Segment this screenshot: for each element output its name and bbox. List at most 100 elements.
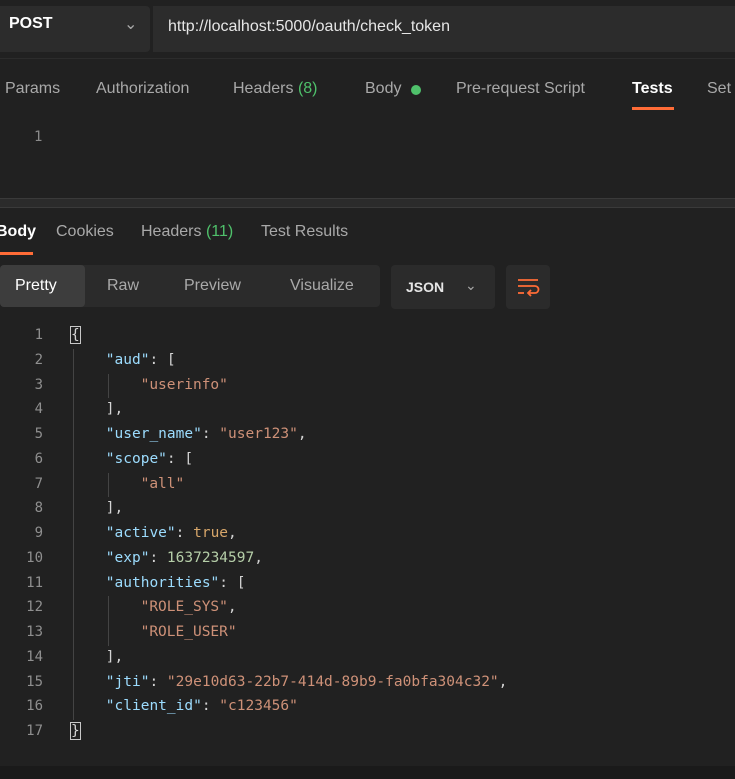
tab-authorization[interactable]: Authorization — [96, 80, 189, 98]
json-key: "active" — [105, 525, 176, 541]
line-number: 11 — [26, 574, 43, 591]
tab-body[interactable]: Body — [365, 80, 401, 98]
code-line: "userinfo" — [141, 376, 228, 394]
json-key: "scope" — [105, 450, 167, 467]
indent-guide — [107, 596, 109, 646]
line-number: 5 — [34, 426, 43, 442]
active-tab-indicator — [632, 107, 674, 110]
line-number: 7 — [34, 475, 43, 492]
code-line: ], — [106, 400, 123, 418]
tab-settings[interactable]: Set — [707, 80, 731, 98]
tab-raw[interactable]: Raw — [107, 277, 139, 295]
line-number: 2 — [34, 351, 43, 368]
tab-test-results[interactable]: Test Results — [261, 223, 348, 241]
tab-pre-request-script[interactable]: Pre-request Script — [456, 80, 585, 98]
json-punctuation: } — [70, 722, 81, 740]
status-strip — [0, 766, 735, 779]
code-line: "all" — [141, 475, 185, 493]
wrap-lines-icon — [518, 279, 540, 297]
line-number: 14 — [26, 648, 43, 665]
line-number: 13 — [26, 624, 43, 640]
json-punctuation: : [ — [166, 450, 194, 467]
json-punctuation: , — [498, 673, 508, 690]
json-string: "ROLE_USER" — [140, 624, 237, 640]
code-line: ], — [106, 499, 123, 517]
line-number: 16 — [26, 698, 43, 715]
tab-headers-label: Headers — [233, 80, 294, 97]
code-line: "exp": 1637234597, — [106, 549, 263, 567]
chevron-down-icon[interactable]: ⌄ — [124, 14, 137, 34]
url-text[interactable]: http://localhost:5000/oauth/check_token — [168, 18, 450, 36]
indent-guide — [107, 373, 109, 399]
wrap-lines-button[interactable] — [506, 265, 550, 309]
tab-preview[interactable]: Preview — [184, 277, 241, 295]
green-dot-icon — [411, 85, 421, 95]
json-punctuation: , — [297, 426, 307, 442]
json-punctuation: : — [149, 549, 167, 566]
language-label: JSON — [406, 279, 445, 295]
code-line: "user_name": "user123", — [106, 425, 307, 443]
json-punctuation: : — [149, 673, 167, 690]
json-key: "authorities" — [105, 574, 220, 591]
json-punctuation: ], — [105, 500, 124, 517]
json-punctuation: ], — [105, 401, 124, 418]
line-number: 3 — [34, 376, 43, 393]
json-punctuation: : — [201, 698, 220, 715]
line-number: 15 — [26, 673, 43, 690]
tab-response-headers[interactable]: Headers (11) — [141, 223, 233, 241]
json-number: 1637234597 — [166, 549, 255, 566]
json-punctuation: : [ — [219, 574, 246, 591]
code-line: "active": true, — [106, 524, 237, 542]
json-string: "c123456" — [219, 698, 298, 715]
json-punctuation: { — [70, 326, 81, 344]
tab-cookies[interactable]: Cookies — [56, 223, 114, 241]
tab-response-headers-count: (11) — [205, 223, 234, 240]
json-punctuation: : [ — [149, 351, 176, 368]
json-literal: true — [193, 525, 229, 541]
response-body-viewer[interactable]: 1{2 "aud": [3 "userinfo" 4], 5 "user_name": "… — [0, 322, 735, 742]
code-line: ], — [106, 648, 123, 666]
line-number: 6 — [34, 450, 43, 467]
json-string: "user123" — [219, 426, 298, 442]
test-script-editor[interactable] — [0, 122, 735, 198]
line-number: 9 — [34, 525, 43, 541]
code-line: "jti": "29e10d63-22b7-414d-89b9-fa0bfa30… — [106, 673, 508, 691]
line-number: 8 — [34, 500, 43, 517]
method-label: POST — [9, 15, 53, 32]
json-string: "all" — [140, 475, 185, 492]
json-punctuation: , — [254, 549, 263, 566]
json-punctuation: , — [227, 599, 237, 616]
code-line: "ROLE_USER" — [141, 623, 237, 641]
json-string: "userinfo" — [140, 376, 228, 393]
tab-tests[interactable]: Tests — [632, 80, 673, 98]
tab-headers-count: (8) — [297, 80, 318, 97]
tab-visualize[interactable]: Visualize — [290, 277, 354, 295]
json-punctuation: , — [228, 525, 237, 541]
pane-divider[interactable] — [0, 198, 735, 208]
line-number: 1 — [34, 327, 43, 343]
json-string: "29e10d63-22b7-414d-89b9-fa0bfa304c32" — [166, 673, 499, 690]
tab-response-headers-label: Headers — [141, 223, 202, 240]
json-punctuation: : — [175, 525, 194, 541]
json-punctuation: ], — [105, 648, 124, 665]
tab-headers[interactable]: Headers (8) — [233, 80, 318, 98]
json-key: "aud" — [105, 351, 150, 368]
line-number: 10 — [26, 549, 43, 566]
code-line: "ROLE_SYS", — [141, 598, 237, 616]
line-number: 1 — [34, 129, 43, 145]
code-line: "authorities": [ — [106, 574, 246, 592]
json-key: "jti" — [105, 673, 150, 690]
json-key: "client_id" — [105, 698, 202, 715]
tab-response-body[interactable]: Body — [0, 223, 36, 241]
tab-pretty[interactable]: Pretty — [15, 277, 57, 295]
json-key: "exp" — [105, 549, 150, 566]
line-number: 12 — [26, 599, 43, 616]
tab-params[interactable]: Params — [5, 80, 60, 98]
code-line: "aud": [ — [106, 351, 176, 369]
json-punctuation: : — [201, 426, 220, 442]
chevron-down-icon: ⌄ — [465, 277, 477, 293]
line-number: 17 — [26, 723, 43, 739]
code-line: "client_id": "c123456" — [106, 697, 298, 715]
line-number: 4 — [34, 401, 43, 418]
code-line: "scope": [ — [106, 450, 193, 468]
